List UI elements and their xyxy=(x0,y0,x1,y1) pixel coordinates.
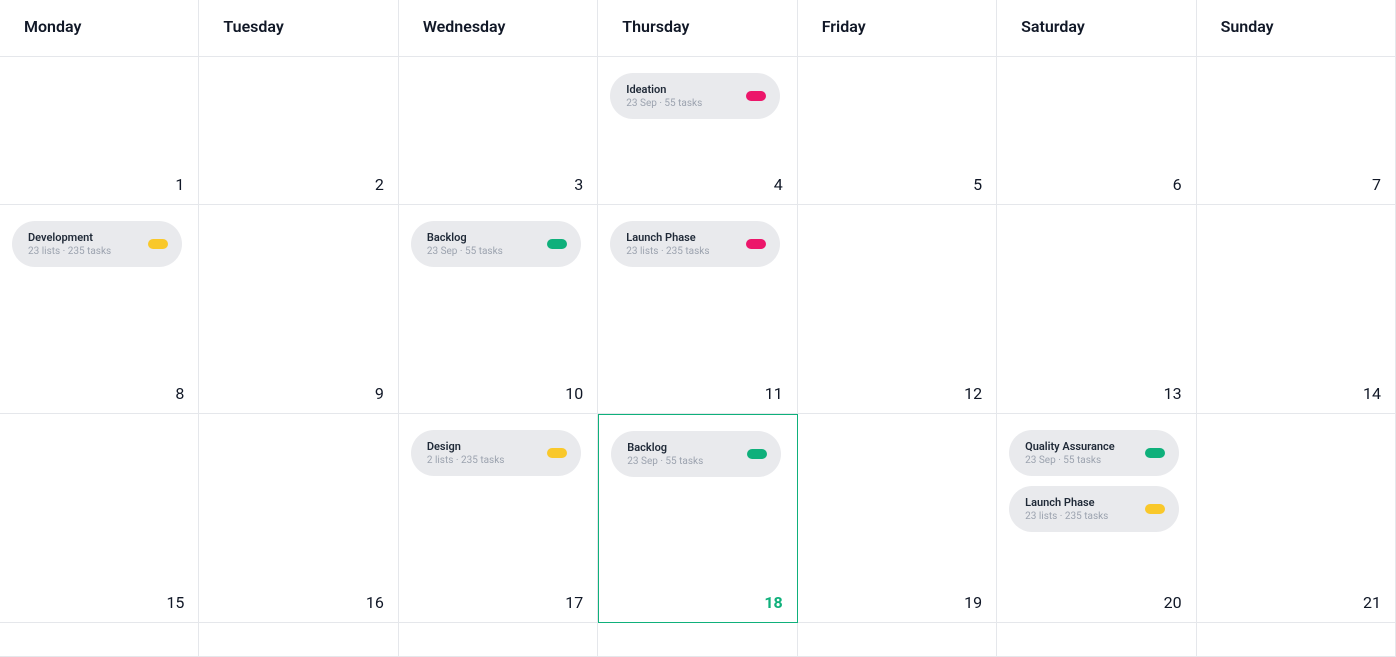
task-card[interactable]: Ideation 23 Sep · 55 tasks xyxy=(610,73,780,119)
day-cell[interactable]: 2 xyxy=(199,57,398,205)
day-number: 10 xyxy=(565,384,583,403)
task-card[interactable]: Backlog 23 Sep · 55 tasks xyxy=(411,221,581,267)
day-cell[interactable] xyxy=(199,623,398,657)
status-badge xyxy=(547,448,567,458)
calendar-grid: Monday Tuesday Wednesday Thursday Friday… xyxy=(0,0,1396,657)
day-cell[interactable]: 14 xyxy=(1197,205,1396,414)
task-title: Quality Assurance xyxy=(1025,440,1115,453)
header-thursday: Thursday xyxy=(598,0,797,57)
day-cell[interactable]: 15 xyxy=(0,414,199,623)
task-card[interactable]: Development 23 lists · 235 tasks xyxy=(12,221,182,267)
day-cell[interactable]: 7 xyxy=(1197,57,1396,205)
day-cell[interactable] xyxy=(598,623,797,657)
status-badge xyxy=(746,91,766,101)
task-title: Backlog xyxy=(427,231,503,244)
day-number: 9 xyxy=(375,384,384,403)
day-cell[interactable] xyxy=(399,623,598,657)
task-card[interactable]: Backlog 23 Sep · 55 tasks xyxy=(611,431,781,477)
task-card[interactable]: Launch Phase 23 lists · 235 tasks xyxy=(610,221,780,267)
day-number: 5 xyxy=(973,175,982,194)
day-cell[interactable]: Launch Phase 23 lists · 235 tasks 11 xyxy=(598,205,797,414)
task-meta: 23 Sep · 55 tasks xyxy=(427,246,503,257)
day-number: 1 xyxy=(175,175,184,194)
day-cell[interactable]: 9 xyxy=(199,205,398,414)
day-number: 8 xyxy=(175,384,184,403)
day-cell[interactable]: 19 xyxy=(798,414,997,623)
task-card[interactable]: Quality Assurance 23 Sep · 55 tasks xyxy=(1009,430,1179,476)
day-number: 15 xyxy=(166,593,184,612)
day-number: 4 xyxy=(774,175,783,194)
status-badge xyxy=(1145,504,1165,514)
day-number: 13 xyxy=(1164,384,1182,403)
day-number: 12 xyxy=(964,384,982,403)
day-cell[interactable]: 6 xyxy=(997,57,1196,205)
day-cell[interactable]: Quality Assurance 23 Sep · 55 tasks Laun… xyxy=(997,414,1196,623)
day-cell[interactable] xyxy=(798,623,997,657)
status-badge xyxy=(547,239,567,249)
task-title: Design xyxy=(427,440,505,453)
status-badge xyxy=(1145,448,1165,458)
day-cell[interactable]: Backlog 23 Sep · 55 tasks 10 xyxy=(399,205,598,414)
day-number: 6 xyxy=(1173,175,1182,194)
day-number: 11 xyxy=(765,384,783,403)
task-meta: 23 Sep · 55 tasks xyxy=(626,98,702,109)
header-friday: Friday xyxy=(798,0,997,57)
status-badge xyxy=(148,239,168,249)
day-cell-today[interactable]: Backlog 23 Sep · 55 tasks 18 xyxy=(598,414,797,623)
day-cell[interactable] xyxy=(1197,623,1396,657)
day-cell[interactable]: Ideation 23 Sep · 55 tasks 4 xyxy=(598,57,797,205)
task-meta: 23 lists · 235 tasks xyxy=(28,246,111,257)
day-number: 14 xyxy=(1363,384,1381,403)
task-card[interactable]: Launch Phase 23 lists · 235 tasks xyxy=(1009,486,1179,532)
day-cell[interactable]: Design 2 lists · 235 tasks 17 xyxy=(399,414,598,623)
day-cell[interactable]: 21 xyxy=(1197,414,1396,623)
day-cell[interactable]: 13 xyxy=(997,205,1196,414)
day-cell[interactable]: 12 xyxy=(798,205,997,414)
day-cell[interactable]: Development 23 lists · 235 tasks 8 xyxy=(0,205,199,414)
header-tuesday: Tuesday xyxy=(199,0,398,57)
task-meta: 23 lists · 235 tasks xyxy=(626,246,709,257)
status-badge xyxy=(746,239,766,249)
day-cell[interactable]: 5 xyxy=(798,57,997,205)
task-title: Ideation xyxy=(626,83,702,96)
task-title: Launch Phase xyxy=(1025,496,1108,509)
task-title: Backlog xyxy=(627,441,703,454)
day-number: 21 xyxy=(1363,593,1381,612)
day-number: 16 xyxy=(366,593,384,612)
day-number: 19 xyxy=(964,593,982,612)
day-number: 17 xyxy=(565,593,583,612)
day-number: 2 xyxy=(375,175,384,194)
task-meta: 23 Sep · 55 tasks xyxy=(1025,455,1115,466)
task-meta: 2 lists · 235 tasks xyxy=(427,455,505,466)
status-badge xyxy=(747,449,767,459)
day-cell[interactable]: 16 xyxy=(199,414,398,623)
day-number: 3 xyxy=(574,175,583,194)
header-saturday: Saturday xyxy=(997,0,1196,57)
header-monday: Monday xyxy=(0,0,199,57)
day-cell[interactable] xyxy=(0,623,199,657)
day-cell[interactable] xyxy=(997,623,1196,657)
day-number: 7 xyxy=(1372,175,1381,194)
day-cell[interactable]: 3 xyxy=(399,57,598,205)
day-cell[interactable]: 1 xyxy=(0,57,199,205)
day-number: 18 xyxy=(764,593,782,612)
day-number: 20 xyxy=(1164,593,1182,612)
task-title: Development xyxy=(28,231,111,244)
header-sunday: Sunday xyxy=(1197,0,1396,57)
task-title: Launch Phase xyxy=(626,231,709,244)
task-meta: 23 Sep · 55 tasks xyxy=(627,456,703,467)
task-meta: 23 lists · 235 tasks xyxy=(1025,511,1108,522)
header-wednesday: Wednesday xyxy=(399,0,598,57)
task-card[interactable]: Design 2 lists · 235 tasks xyxy=(411,430,581,476)
